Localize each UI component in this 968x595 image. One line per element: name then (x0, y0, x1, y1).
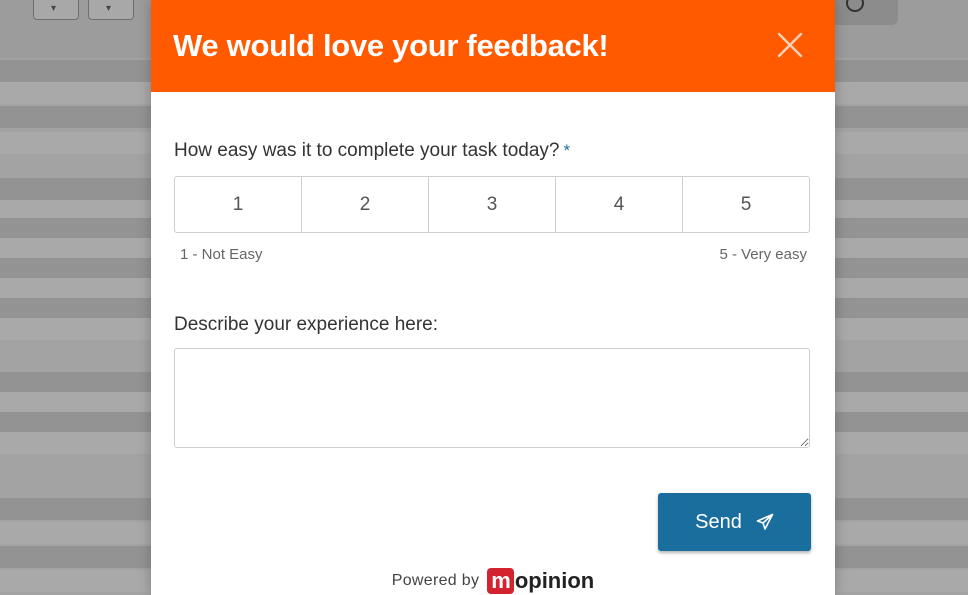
chevron-icon: ▾ (51, 3, 57, 14)
experience-label: Describe your experience here: (174, 314, 439, 335)
user-icon (846, 0, 864, 12)
modal-header: We would love your feedback! (151, 0, 835, 92)
question-label: How easy was it to complete your task to… (174, 140, 570, 162)
mopinion-logo-text: opinion (514, 568, 595, 593)
background-nav-button: ▾ (33, 0, 79, 20)
paper-plane-icon (756, 513, 774, 530)
rating-option-3[interactable]: 3 (429, 177, 556, 232)
question-text: How easy was it to complete your task to… (174, 140, 560, 161)
send-button[interactable]: Send (658, 493, 811, 551)
send-label: Send (695, 510, 742, 533)
chevron-icon: ▾ (106, 3, 112, 14)
close-button[interactable] (775, 30, 805, 60)
required-marker: * (563, 141, 571, 160)
background-nav-button: ▾ (88, 0, 134, 20)
powered-by: Powered by m opinion (151, 568, 835, 594)
rating-option-1[interactable]: 1 (175, 177, 302, 232)
feedback-modal: We would love your feedback! How easy wa… (151, 0, 835, 595)
scale-low-label: 1 - Not Easy (180, 246, 263, 263)
close-icon (777, 32, 803, 58)
mopinion-logo[interactable]: m opinion (487, 568, 594, 594)
modal-title: We would love your feedback! (173, 28, 609, 63)
scale-high-label: 5 - Very easy (719, 246, 807, 263)
rating-option-2[interactable]: 2 (302, 177, 429, 232)
rating-option-5[interactable]: 5 (683, 177, 809, 232)
powered-by-text: Powered by (391, 572, 480, 589)
mopinion-logo-mark: m (487, 568, 514, 594)
rating-scale: 1 2 3 4 5 (174, 176, 810, 233)
experience-textarea[interactable] (174, 348, 810, 448)
rating-option-4[interactable]: 4 (556, 177, 683, 232)
